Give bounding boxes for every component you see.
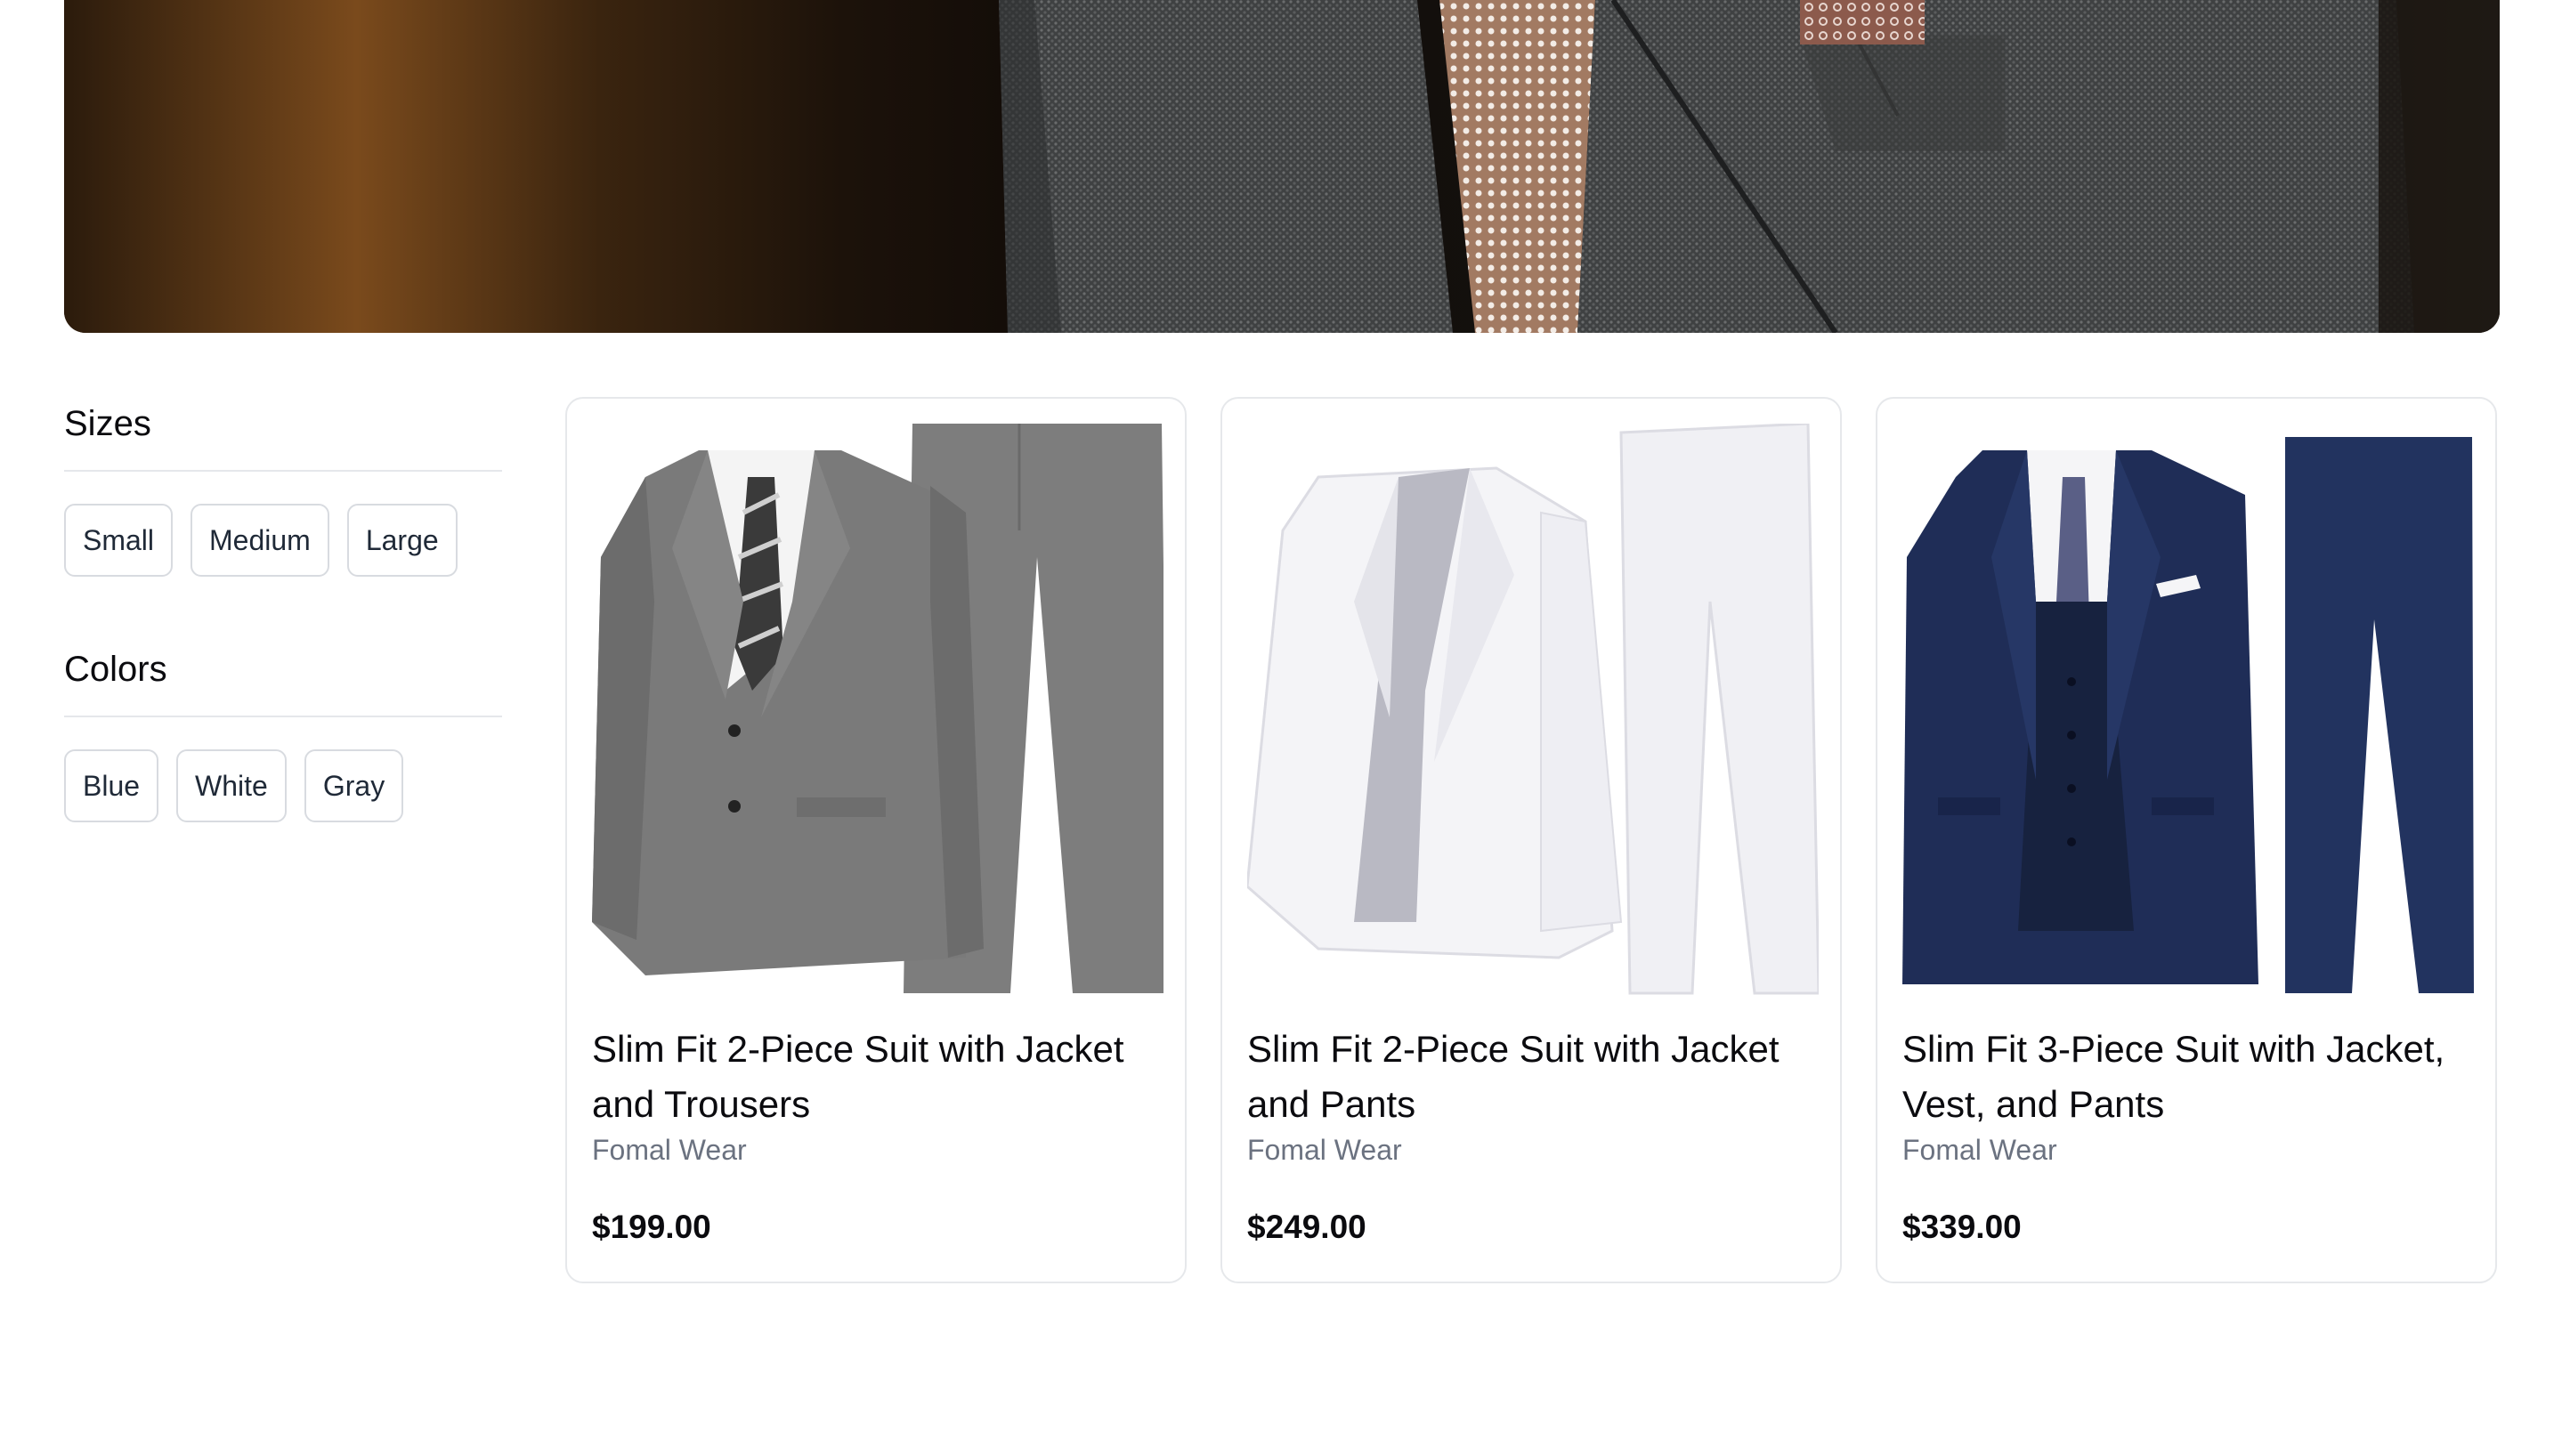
- product-title[interactable]: Slim Fit 2-Piece Suit with Jacket and Tr…: [592, 1022, 1160, 1132]
- product-price: $199.00: [592, 1209, 711, 1245]
- size-medium-button[interactable]: Medium: [191, 504, 329, 577]
- product-card[interactable]: Slim Fit 3-Piece Suit with Jacket, Vest,…: [1876, 397, 2497, 1283]
- product-price: $339.00: [1902, 1209, 2022, 1245]
- colors-filter: Colors Blue White Gray: [64, 643, 502, 822]
- hero-image: [64, 0, 2500, 333]
- product-title[interactable]: Slim Fit 2-Piece Suit with Jacket and Pa…: [1247, 1022, 1815, 1132]
- size-large-button[interactable]: Large: [346, 504, 458, 577]
- color-gray-button[interactable]: Gray: [304, 749, 404, 822]
- product-category: Fomal Wear: [1902, 1134, 2057, 1166]
- colors-heading: Colors: [64, 650, 167, 689]
- product-price: $249.00: [1247, 1209, 1366, 1245]
- sizes-filter: Sizes Small Medium Large: [64, 397, 502, 577]
- product-image-gray-suit[interactable]: [592, 424, 1163, 995]
- colors-options: Blue White Gray: [64, 749, 502, 822]
- hero-banner: [64, 0, 2500, 333]
- product-category: Fomal Wear: [592, 1134, 747, 1166]
- product-image-navy-suit[interactable]: [1902, 424, 2474, 995]
- product-category: Fomal Wear: [1247, 1134, 1402, 1166]
- product-title[interactable]: Slim Fit 3-Piece Suit with Jacket, Vest,…: [1902, 1022, 2470, 1132]
- sizes-heading: Sizes: [64, 404, 151, 443]
- sizes-options: Small Medium Large: [64, 504, 502, 577]
- product-grid: Slim Fit 2-Piece Suit with Jacket and Tr…: [565, 397, 2497, 1283]
- color-blue-button[interactable]: Blue: [64, 749, 159, 822]
- sizes-divider: [64, 470, 502, 472]
- size-small-button[interactable]: Small: [64, 504, 174, 577]
- product-card[interactable]: Slim Fit 2-Piece Suit with Jacket and Pa…: [1220, 397, 1842, 1283]
- color-white-button[interactable]: White: [176, 749, 287, 822]
- product-card[interactable]: Slim Fit 2-Piece Suit with Jacket and Tr…: [565, 397, 1187, 1283]
- product-image-white-suit[interactable]: [1247, 424, 1819, 995]
- colors-divider: [64, 716, 502, 717]
- filters-sidebar: Sizes Small Medium Large Colors Blue Whi…: [64, 397, 502, 822]
